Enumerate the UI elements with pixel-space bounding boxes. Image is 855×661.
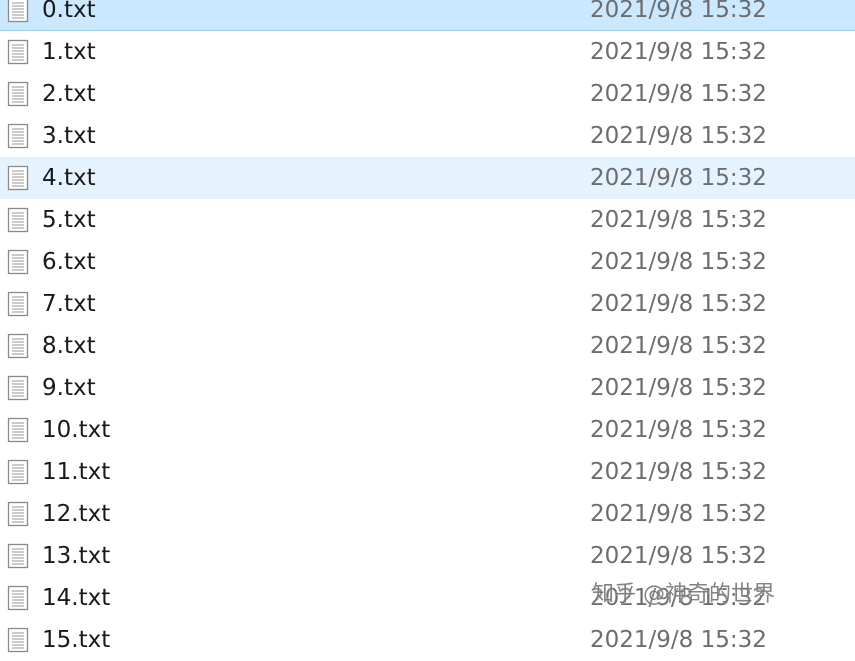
text-file-icon — [7, 627, 29, 653]
file-name[interactable]: 4.txt — [42, 157, 96, 199]
file-row[interactable]: 2.txt 2021/9/8 15:32 — [0, 73, 855, 115]
file-name[interactable]: 2.txt — [42, 73, 96, 115]
file-name[interactable]: 11.txt — [42, 451, 110, 493]
file-row[interactable]: 15.txt 2021/9/8 15:32 — [0, 619, 855, 661]
text-file-icon — [7, 39, 29, 65]
file-name[interactable]: 10.txt — [42, 409, 110, 451]
text-file-icon — [7, 375, 29, 401]
file-modified-date: 2021/9/8 15:32 — [590, 333, 767, 359]
file-modified-date: 2021/9/8 15:32 — [590, 501, 767, 527]
file-modified-date: 2021/9/8 15:32 — [590, 627, 767, 653]
file-name[interactable]: 13.txt — [42, 535, 110, 577]
file-modified-date: 2021/9/8 15:32 — [590, 0, 767, 23]
file-name[interactable]: 0.txt — [42, 0, 96, 31]
file-row[interactable]: 8.txt 2021/9/8 15:32 — [0, 325, 855, 367]
text-file-icon — [7, 585, 29, 611]
file-row[interactable]: 11.txt 2021/9/8 15:32 — [0, 451, 855, 493]
file-name[interactable]: 3.txt — [42, 115, 96, 157]
file-modified-date: 2021/9/8 15:32 — [590, 291, 767, 317]
file-modified-date: 2021/9/8 15:32 — [590, 207, 767, 233]
file-modified-date: 2021/9/8 15:32 — [590, 81, 767, 107]
text-file-icon — [7, 207, 29, 233]
file-modified-date: 2021/9/8 15:32 — [590, 165, 767, 191]
file-name[interactable]: 12.txt — [42, 493, 110, 535]
file-name[interactable]: 14.txt — [42, 577, 110, 619]
file-name[interactable]: 8.txt — [42, 325, 96, 367]
file-row[interactable]: 13.txt 2021/9/8 15:32 — [0, 535, 855, 577]
file-name[interactable]: 9.txt — [42, 367, 96, 409]
file-modified-date: 2021/9/8 15:32 — [590, 249, 767, 275]
file-row[interactable]: 9.txt 2021/9/8 15:32 — [0, 367, 855, 409]
watermark: 知乎 @神奇的世界 — [592, 582, 775, 607]
file-modified-date: 2021/9/8 15:32 — [590, 543, 767, 569]
file-list[interactable]: 0.txt 2021/9/8 15:32 1.txt 2021/9/8 15:3… — [0, 0, 855, 661]
file-name[interactable]: 7.txt — [42, 283, 96, 325]
text-file-icon — [7, 0, 29, 23]
file-row[interactable]: 0.txt 2021/9/8 15:32 — [0, 0, 855, 31]
file-name[interactable]: 1.txt — [42, 31, 96, 73]
file-name[interactable]: 6.txt — [42, 241, 96, 283]
file-row[interactable]: 5.txt 2021/9/8 15:32 — [0, 199, 855, 241]
file-row[interactable]: 1.txt 2021/9/8 15:32 — [0, 31, 855, 73]
text-file-icon — [7, 81, 29, 107]
text-file-icon — [7, 459, 29, 485]
file-name[interactable]: 15.txt — [42, 619, 110, 661]
text-file-icon — [7, 123, 29, 149]
text-file-icon — [7, 291, 29, 317]
text-file-icon — [7, 417, 29, 443]
text-file-icon — [7, 333, 29, 359]
text-file-icon — [7, 501, 29, 527]
file-modified-date: 2021/9/8 15:32 — [590, 39, 767, 65]
file-modified-date: 2021/9/8 15:32 — [590, 375, 767, 401]
file-row[interactable]: 12.txt 2021/9/8 15:32 — [0, 493, 855, 535]
file-modified-date: 2021/9/8 15:32 — [590, 459, 767, 485]
file-row[interactable]: 3.txt 2021/9/8 15:32 — [0, 115, 855, 157]
file-row[interactable]: 6.txt 2021/9/8 15:32 — [0, 241, 855, 283]
file-name[interactable]: 5.txt — [42, 199, 96, 241]
file-modified-date: 2021/9/8 15:32 — [590, 417, 767, 443]
file-modified-date: 2021/9/8 15:32 — [590, 123, 767, 149]
file-row[interactable]: 4.txt 2021/9/8 15:32 — [0, 157, 855, 199]
text-file-icon — [7, 165, 29, 191]
text-file-icon — [7, 249, 29, 275]
text-file-icon — [7, 543, 29, 569]
file-row[interactable]: 10.txt 2021/9/8 15:32 — [0, 409, 855, 451]
file-row[interactable]: 7.txt 2021/9/8 15:32 — [0, 283, 855, 325]
